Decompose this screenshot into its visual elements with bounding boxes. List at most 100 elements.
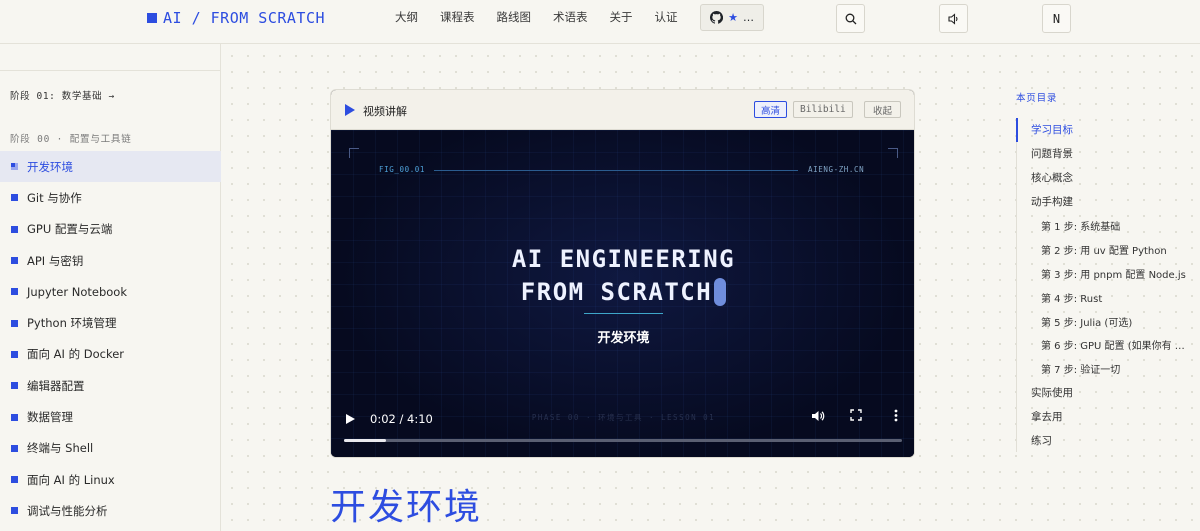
bilibili-button[interactable]: Bilibili: [793, 101, 853, 118]
nav-link-certification[interactable]: 认证: [655, 9, 678, 25]
more-vertical-icon: [894, 409, 898, 422]
video-hero-title: AI ENGINEERING FROM SCRATCH: [331, 243, 914, 309]
figure-label: FIG_00.01: [379, 165, 426, 174]
fullscreen-button[interactable]: [846, 409, 866, 429]
bullet-icon: [11, 444, 18, 452]
sidebar-item-label: Jupyter Notebook: [27, 284, 128, 299]
sidebar-item-editor[interactable]: 编辑器配置: [0, 370, 221, 401]
lesson-sidebar: 阶段 01: 数学基础 → 阶段 00 · 配置与工具链 开发环境 Git 与协…: [0, 44, 221, 531]
play-icon: [345, 104, 355, 116]
sidebar-item-gpu-cloud[interactable]: GPU 配置与云端: [0, 214, 221, 245]
github-icon: [710, 11, 724, 24]
toc-item[interactable]: 核心概念: [1017, 166, 1200, 190]
logo-square-icon: [147, 13, 157, 23]
more-options-button[interactable]: [886, 409, 906, 429]
video-progress-bar[interactable]: [344, 439, 902, 442]
sidebar-item-debugging[interactable]: 调试与性能分析: [0, 495, 221, 526]
nav-link-about[interactable]: 关于: [610, 9, 633, 25]
toc-item[interactable]: 第 4 步: Rust: [1017, 285, 1200, 309]
volume-icon: [812, 411, 825, 421]
toc-item[interactable]: 第 5 步: Julia (可选): [1017, 309, 1200, 333]
site-label: AIENG-ZH.CN: [808, 165, 865, 174]
sidebar-item-label: GPU 配置与云端: [27, 222, 113, 237]
star-icon: ★: [728, 11, 738, 24]
bullet-icon: [11, 319, 18, 327]
nav-link-glossary[interactable]: 术语表: [553, 9, 588, 25]
cursor-icon: [714, 278, 727, 306]
sidebar-item-label: API 与密钥: [27, 253, 84, 268]
bullet-icon: [11, 476, 18, 484]
sidebar-item-docker[interactable]: 面向 AI 的 Docker: [0, 339, 221, 370]
toc-item[interactable]: 第 2 步: 用 uv 配置 Python: [1017, 237, 1200, 261]
video-panel-title: 视频讲解: [363, 105, 407, 118]
bullet-icon: [11, 382, 18, 390]
search-button[interactable]: [836, 4, 865, 33]
nav-link-schedule[interactable]: 课程表: [440, 9, 475, 25]
main-nav: 大纲 课程表 路线图 术语表 关于 认证: [395, 9, 678, 25]
collapse-video-button[interactable]: 收起: [864, 101, 901, 118]
sidebar-item-label: Git 与协作: [27, 190, 82, 205]
github-star-count: …: [742, 11, 754, 24]
toc-item[interactable]: 问题背景: [1017, 142, 1200, 166]
next-phase-link[interactable]: 阶段 01: 数学基础 →: [10, 88, 115, 102]
sidebar-item-label: 终端与 Shell: [27, 441, 94, 456]
theme-toggle-button[interactable]: N: [1042, 4, 1071, 33]
sidebar-item-label: 面向 AI 的 Docker: [27, 347, 124, 362]
bullet-icon: [11, 194, 18, 202]
video-panel-header: 视频讲解 高清 Bilibili 收起: [331, 90, 914, 130]
site-title: AI / FROM SCRATCH: [163, 9, 326, 27]
theme-toggle-label: N: [1052, 11, 1061, 26]
nav-link-roadmap[interactable]: 路线图: [497, 9, 532, 25]
sidebar-lesson-list: 开发环境 Git 与协作 GPU 配置与云端 API 与密钥 Jupyter N…: [0, 151, 221, 527]
sidebar-item-jupyter[interactable]: Jupyter Notebook: [0, 276, 221, 307]
sound-button[interactable]: [939, 4, 968, 33]
video-panel: 视频讲解 高清 Bilibili 收起 FIG_00.01 AIENG-ZH.C…: [330, 89, 915, 458]
bullet-icon: [11, 413, 18, 421]
video-player[interactable]: FIG_00.01 AIENG-ZH.CN AI ENGINEERING FRO…: [331, 130, 914, 457]
page-title: 开发环境: [330, 487, 483, 528]
sidebar-section-label: 阶段 00 · 配置与工具链: [10, 134, 132, 145]
sidebar-item-label: 编辑器配置: [27, 378, 85, 393]
toc-item[interactable]: 实际使用: [1017, 381, 1200, 405]
play-button[interactable]: [346, 414, 355, 424]
sidebar-item-label: Python 环境管理: [27, 316, 117, 331]
search-icon: [845, 13, 856, 24]
speaker-icon: [947, 12, 958, 25]
sidebar-item-data-management[interactable]: 数据管理: [0, 401, 221, 432]
toc-item[interactable]: 第 6 步: GPU 配置 (如果你有 …: [1017, 333, 1200, 357]
toc-item[interactable]: 第 3 步: 用 pnpm 配置 Node.js: [1017, 261, 1200, 285]
sidebar-item-label: 调试与性能分析: [27, 503, 108, 518]
sidebar-divider: [0, 70, 221, 71]
bullet-icon: [11, 163, 18, 171]
bullet-icon: [11, 507, 18, 515]
toc-item[interactable]: 学习目标: [1016, 118, 1200, 142]
toc-item[interactable]: 练习: [1017, 429, 1200, 453]
hero-title-line-2: FROM SCRATCH: [331, 276, 914, 309]
sidebar-item-python-env[interactable]: Python 环境管理: [0, 307, 221, 338]
hero-divider: [584, 313, 663, 314]
video-time: 0:02 / 4:10: [370, 412, 433, 426]
frame-corner-icon: [349, 148, 359, 158]
sidebar-item-label: 开发环境: [27, 159, 73, 174]
table-of-contents: 学习目标 问题背景 核心概念 动手构建第 1 步: 系统基础第 2 步: 用 uv 配…: [1016, 118, 1200, 453]
sidebar-item-label: 面向 AI 的 Linux: [27, 472, 115, 487]
top-nav: AI / FROM SCRATCH 大纲 课程表 路线图 术语表 关于 认证 ★…: [0, 0, 1200, 44]
toc-item[interactable]: 拿去用: [1017, 405, 1200, 429]
sidebar-item-git[interactable]: Git 与协作: [0, 182, 221, 213]
toc-item[interactable]: 动手构建: [1017, 190, 1200, 214]
video-progress-fill: [344, 439, 386, 442]
sidebar-item-linux[interactable]: 面向 AI 的 Linux: [0, 464, 221, 495]
sidebar-item-terminal-shell[interactable]: 终端与 Shell: [0, 433, 221, 464]
sidebar-item-api-keys[interactable]: API 与密钥: [0, 245, 221, 276]
hero-title-line-1: AI ENGINEERING: [511, 245, 736, 273]
toc-item[interactable]: 第 7 步: 验证一切: [1017, 357, 1200, 381]
toc-item[interactable]: 第 1 步: 系统基础: [1017, 214, 1200, 238]
volume-button[interactable]: [808, 409, 828, 429]
nav-link-outline[interactable]: 大纲: [395, 9, 418, 25]
toc-title: 本页目录: [1016, 93, 1058, 104]
sidebar-item-dev-environment[interactable]: 开发环境: [0, 151, 221, 183]
site-logo[interactable]: AI / FROM SCRATCH: [147, 9, 325, 27]
github-star-button[interactable]: ★ …: [700, 4, 764, 31]
quality-hd-button[interactable]: 高清: [754, 101, 788, 118]
bullet-icon: [11, 288, 18, 296]
